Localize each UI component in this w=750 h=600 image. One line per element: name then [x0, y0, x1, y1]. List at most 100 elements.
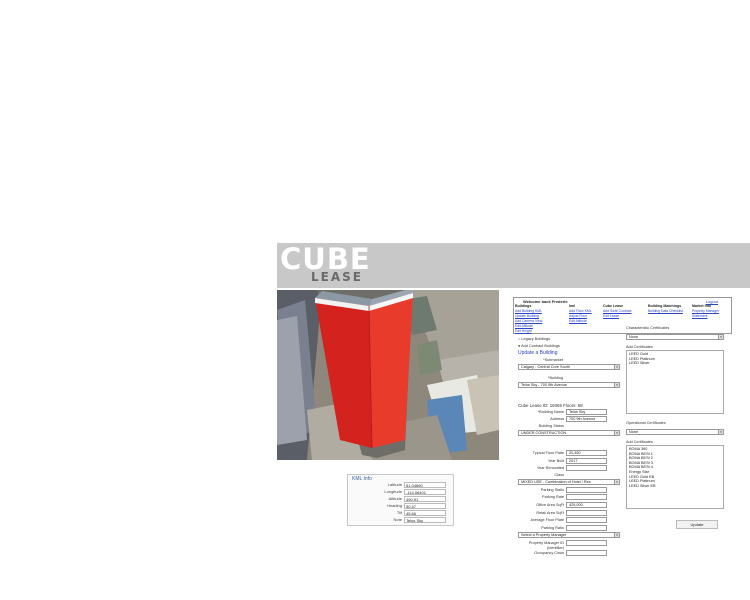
add-certificates-label-2: Add Certificates [626, 440, 653, 444]
kml-latitude-input[interactable]: 51.04660 [404, 482, 446, 488]
identifier-label: (Identifier) [546, 546, 564, 550]
characteristic-cert-select[interactable]: None ▾ [626, 334, 724, 340]
cube-lease-info: Cube Lease ID: 16065 Floors: 58 [518, 403, 583, 408]
list-item[interactable]: LEED Silver EB [629, 484, 721, 489]
kml-label: Latitude [387, 482, 402, 487]
building-value: Telus Sky - 700 9th Avenue [521, 383, 567, 387]
class-label: Class [554, 473, 565, 477]
kml-label: Note [393, 517, 402, 522]
kml-row-longitude: Longitude -114.06401 [354, 489, 450, 496]
typical-floor-input[interactable]: 20,450 [566, 450, 607, 456]
kml-info-panel: KML Info Latitude 51.04660 Longitude -11… [347, 474, 454, 526]
update-building-link[interactable]: Update a Building [518, 350, 557, 356]
radio-cube-buildings[interactable]: ● Add Contract Buildings [518, 344, 560, 348]
chevron-down-icon: ▾ [614, 480, 619, 484]
kml-heading-input[interactable]: 50.47 [404, 503, 446, 509]
menu-col-market-info: Market Info Property Manager Statement [692, 304, 719, 319]
menu-link-building-data-checklist[interactable]: Building Data Checklist [648, 309, 683, 314]
operational-certificates-label: Operational Certificates [626, 421, 666, 425]
address-label: Address [550, 417, 564, 421]
parking-stalls-label: Parking Stalls [540, 488, 564, 492]
menu-col-cube-lease: Cube Lease Add Suite Contract Edit Lease [603, 304, 631, 319]
kml-row-tilt: Tilt 45.66 [354, 510, 450, 517]
building-name-label: *Building Name [537, 410, 564, 414]
operational-cert-value: None [629, 430, 639, 434]
building-select[interactable]: Telus Sky - 700 9th Avenue ▾ [518, 382, 620, 388]
kml-label: Longitude [384, 489, 402, 494]
chevron-down-icon: ▾ [614, 383, 619, 387]
kml-label: Tilt [396, 510, 402, 515]
kml-longitude-input[interactable]: -114.06401 [404, 489, 446, 495]
logo-cube: CUBE [280, 242, 371, 276]
average-floor-plate-input[interactable] [566, 517, 607, 523]
chevron-down-icon: ▾ [614, 431, 619, 435]
year-renovated-input[interactable] [566, 465, 607, 471]
kml-row-altitude: Altitude 490.91 [354, 496, 450, 503]
property-manager-select[interactable]: Select a Property Manager ▾ [518, 532, 620, 538]
occupancy-costs-label: Occupancy Costs [534, 551, 564, 555]
radio-label: Legacy Buildings [521, 337, 551, 341]
typical-floor-label: Typical Floor Plate [532, 451, 564, 455]
year-built-input[interactable]: 2017 [566, 458, 607, 464]
menu-link-statement[interactable]: Statement [692, 314, 719, 319]
kml-row-note: Note Telus Sky [354, 517, 450, 524]
characteristic-cert-list[interactable]: LEED Gold LEED Platinum LEED Silver [626, 350, 724, 414]
submarket-select[interactable]: Calgary - Central Core South ▾ [518, 364, 620, 370]
occupancy-costs-input[interactable] [566, 550, 607, 556]
radio-legacy-buildings[interactable]: ○ Legacy Buildings [518, 337, 550, 341]
building-label: *Building [548, 376, 563, 380]
add-certificates-label: Add Certificates [626, 345, 653, 349]
office-area-input[interactable]: 429,000 [566, 502, 607, 508]
year-renovated-label: Year Renovated [536, 466, 564, 470]
kml-label: Heading [387, 503, 402, 508]
parking-ratio-input[interactable] [566, 525, 607, 531]
kml-row-latitude: Latitude 51.04660 [354, 482, 450, 489]
retail-area-label: Retail Area SqFt [536, 511, 564, 515]
kml-altitude-input[interactable]: 490.91 [404, 496, 446, 502]
average-floor-plate-label: Average Floor Plate [530, 518, 565, 522]
menu-link-edit-altitude-kml[interactable]: Edit Altitude [569, 319, 592, 324]
kml-tilt-input[interactable]: 45.66 [404, 510, 446, 516]
menu-col-kml: kml Add Floor KML Adjust Floor Edit Alti… [569, 304, 592, 324]
welcome-menu: Welcome back Frederic Logout Buildings A… [513, 297, 732, 334]
property-manager-id-input[interactable] [566, 540, 607, 546]
parking-ratio-label: Parking Ratio [541, 526, 564, 530]
list-item[interactable]: LEED Silver [629, 361, 721, 366]
menu-col-building-matchings: Building Matchings Building Data Checkli… [648, 304, 683, 314]
building-status-label: Building Status [538, 424, 564, 428]
address-input[interactable]: 700 9th Avenue [566, 416, 607, 422]
logo-lease: LEASE [311, 270, 363, 284]
class-select[interactable]: MIXED USE - Combination of Hotel / Res ▾ [518, 479, 620, 485]
submarket-label: *Submarket [543, 358, 563, 362]
kml-label: Altitude [388, 496, 402, 501]
kml-note-input[interactable]: Telus Sky [404, 517, 446, 523]
menu-link-edit-lease[interactable]: Edit Lease [603, 314, 631, 319]
chevron-down-icon: ▾ [718, 430, 723, 434]
parking-stalls-input[interactable] [566, 487, 607, 493]
operational-cert-list[interactable]: BOMA 360 BOMA BESt 1 BOMA BESt 2 BOMA BE… [626, 445, 724, 509]
retail-area-input[interactable] [566, 510, 607, 516]
class-value: MIXED USE - Combination of Hotel / Res [521, 480, 591, 484]
building-status-select[interactable]: UNDER CONSTRUCTION ▾ [518, 430, 620, 436]
property-manager-id-label: Property Manager ID [528, 541, 564, 545]
update-button[interactable]: Update [676, 520, 718, 529]
radio-label: Add Contract Buildings [521, 344, 560, 348]
parking-rate-label: Parking Rate [542, 495, 564, 499]
kml-row-heading: Heading 50.47 [354, 503, 450, 510]
map-image [277, 290, 499, 460]
building-status-value: UNDER CONSTRUCTION [521, 431, 567, 435]
characteristic-certificates-label: Characteristic Certificates [626, 326, 670, 330]
parking-rate-input[interactable] [566, 494, 607, 500]
year-built-label: Year Built [547, 459, 564, 463]
header-banner: CUBE LEASE [277, 243, 750, 288]
property-manager-value: Select a Property Manager [521, 533, 567, 537]
chevron-down-icon: ▾ [718, 335, 723, 339]
map-3d-view[interactable] [277, 290, 499, 460]
menu-link-edit-height[interactable]: Edit Height [515, 329, 542, 334]
operational-cert-select[interactable]: None ▾ [626, 429, 724, 435]
office-area-label: Office Area SqFt [536, 503, 564, 507]
chevron-down-icon: ▾ [614, 365, 619, 369]
menu-col-buildings: Buildings Add Building KML Update Buildi… [515, 304, 542, 334]
chevron-down-icon: ▾ [614, 533, 619, 537]
building-name-input[interactable]: Telus Sky [566, 409, 607, 415]
